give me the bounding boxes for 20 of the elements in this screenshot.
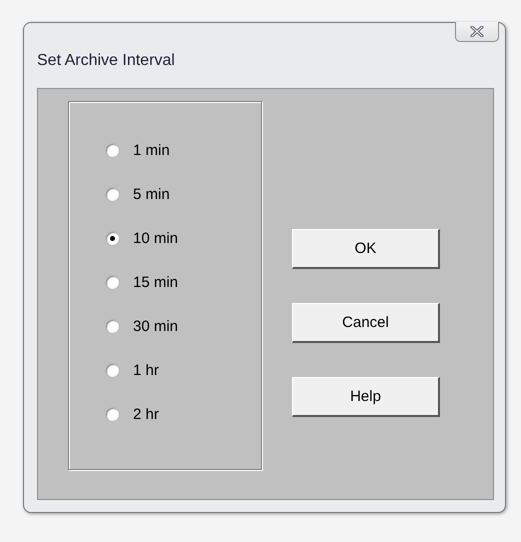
dialog-button[interactable]: Cancel: [292, 303, 440, 343]
radio-button[interactable]: [105, 406, 120, 422]
dialog-button[interactable]: OK: [292, 229, 440, 269]
dialog-button[interactable]: Help: [292, 377, 440, 417]
radio-button[interactable]: [105, 274, 120, 290]
radio-label[interactable]: 15 min: [133, 274, 178, 290]
radio-button[interactable]: [105, 230, 120, 246]
radio-button[interactable]: [105, 186, 120, 202]
radio-button[interactable]: [105, 362, 120, 378]
radio-label[interactable]: 1 hr: [133, 362, 159, 378]
radio-label[interactable]: 5 min: [133, 186, 170, 202]
close-button[interactable]: [455, 22, 499, 42]
window-title: Set Archive Interval: [37, 52, 175, 70]
radio-label[interactable]: 30 min: [133, 318, 178, 334]
radio-label[interactable]: 10 min: [133, 230, 178, 246]
radio-label[interactable]: 2 hr: [133, 406, 159, 422]
radio-button[interactable]: [105, 318, 120, 334]
radio-button[interactable]: [105, 142, 120, 158]
close-icon: [470, 26, 484, 37]
radio-label[interactable]: 1 min: [133, 142, 170, 158]
